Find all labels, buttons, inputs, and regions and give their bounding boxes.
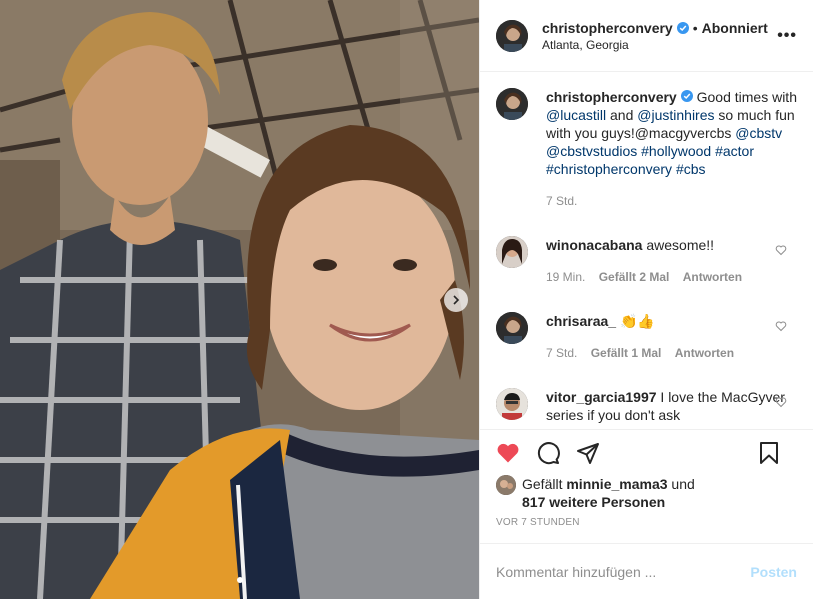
caption-username[interactable]: christopherconvery	[546, 89, 677, 105]
comment-text: awesome!!	[646, 237, 715, 253]
comment-item: winonacabana awesome!! 19 Min. Gefällt 2…	[496, 236, 797, 286]
likes-prefix: Gefällt	[522, 476, 567, 492]
post-details-panel: christopherconvery • Abonniert Atlanta, …	[479, 0, 813, 599]
heart-icon[interactable]	[496, 441, 520, 465]
carousel-next-button[interactable]	[444, 288, 468, 312]
add-comment-bar: Posten	[480, 543, 813, 599]
comment-icon[interactable]	[536, 441, 560, 465]
comment-item: chrisaraa_ 👏👍 7 Std. Gefällt 1 Mal Antwo…	[496, 312, 797, 362]
commenter-avatar[interactable]	[496, 236, 528, 268]
comments-list: christopherconvery Good times with @luca…	[480, 72, 813, 429]
comment-like-icon[interactable]	[775, 320, 787, 332]
reply-button[interactable]: Antworten	[683, 270, 742, 284]
verified-badge-icon	[680, 90, 693, 102]
comment-username[interactable]: vitor_garcia1997	[546, 389, 657, 405]
mention-link[interactable]: @cbstv	[735, 125, 782, 141]
author-avatar[interactable]	[496, 19, 528, 52]
caption-text-2: and	[606, 107, 638, 123]
author-username[interactable]: christopherconvery	[542, 20, 673, 36]
follow-status-button[interactable]: Abonniert	[702, 20, 768, 36]
caption-author-avatar[interactable]	[496, 88, 528, 120]
commenter-avatar[interactable]	[496, 312, 528, 344]
more-options-icon[interactable]: •••	[777, 27, 797, 45]
likes-text: Gefällt minnie_mama3 und 817 weitere Per…	[522, 475, 695, 511]
hashtag-link[interactable]: #cbs	[676, 161, 706, 177]
carousel-indicator	[0, 577, 479, 583]
header-separator: •	[692, 19, 698, 36]
caption-text: christopherconvery Good times with @luca…	[546, 88, 797, 178]
comment-body: vitor_garcia1997 I love the MacGyver ser…	[546, 388, 786, 424]
comment-input[interactable]	[496, 563, 751, 580]
comment-time[interactable]: 19 Min.	[546, 270, 585, 284]
comment-text: 👏👍	[619, 313, 655, 329]
reply-button[interactable]: Antworten	[675, 346, 734, 360]
caption: christopherconvery Good times with @luca…	[496, 88, 797, 210]
comment-time[interactable]: 7 Std.	[546, 346, 577, 360]
header-line: christopherconvery • Abonniert	[542, 20, 777, 36]
post-actions-bar	[480, 429, 813, 475]
share-icon[interactable]	[576, 441, 600, 465]
hashtag-link[interactable]: #christopherconvery	[546, 161, 672, 177]
header-text: christopherconvery • Abonniert Atlanta, …	[542, 20, 777, 52]
comment-item: vitor_garcia1997 I love the MacGyver ser…	[496, 388, 797, 424]
post-modal: christopherconvery • Abonniert Atlanta, …	[0, 0, 813, 599]
comment-likes[interactable]: Gefällt 1 Mal	[591, 346, 662, 360]
mention-link[interactable]: @lucastill	[546, 107, 606, 123]
post-photo	[0, 0, 479, 599]
post-header: christopherconvery • Abonniert Atlanta, …	[480, 0, 813, 72]
comment-like-icon[interactable]	[775, 396, 787, 408]
post-media[interactable]	[0, 0, 479, 599]
comment-username[interactable]: winonacabana	[546, 237, 642, 253]
mention-link[interactable]: @justinhires	[637, 107, 714, 123]
post-comment-button[interactable]: Posten	[750, 564, 797, 580]
caption-body: christopherconvery Good times with @luca…	[546, 88, 797, 210]
comment-meta: 7 Std. Gefällt 1 Mal Antworten	[546, 344, 786, 362]
comment-body: winonacabana awesome!! 19 Min. Gefällt 2…	[546, 236, 786, 286]
comment-body: chrisaraa_ 👏👍 7 Std. Gefällt 1 Mal Antwo…	[546, 312, 786, 362]
hashtag-link[interactable]: #hollywood	[641, 143, 711, 159]
bookmark-icon[interactable]	[757, 441, 781, 465]
carousel-dot-active	[236, 577, 243, 583]
comment-likes[interactable]: Gefällt 2 Mal	[599, 270, 670, 284]
mention-link[interactable]: @cbstvstudios	[546, 143, 637, 159]
hashtag-link[interactable]: #actor	[715, 143, 754, 159]
liker-avatar[interactable]	[496, 475, 516, 495]
comment-like-icon[interactable]	[775, 244, 787, 256]
likes-suffix: und	[667, 476, 695, 492]
commenter-avatar[interactable]	[496, 388, 528, 420]
carousel-next-icon	[453, 295, 460, 305]
caption-text-1: Good times with	[692, 89, 797, 105]
post-timestamp[interactable]: VOR 7 STUNDEN	[480, 511, 813, 528]
verified-badge-icon	[676, 21, 689, 34]
post-location[interactable]: Atlanta, Georgia	[542, 38, 777, 52]
liker-username[interactable]: minnie_mama3	[566, 476, 667, 492]
caption-time[interactable]: 7 Std.	[546, 192, 797, 210]
likes-others-link[interactable]: 817 weitere Personen	[522, 494, 665, 510]
comment-username[interactable]: chrisaraa_	[546, 313, 616, 329]
likes-summary: Gefällt minnie_mama3 und 817 weitere Per…	[480, 475, 813, 511]
comment-meta: 19 Min. Gefällt 2 Mal Antworten	[546, 268, 786, 286]
